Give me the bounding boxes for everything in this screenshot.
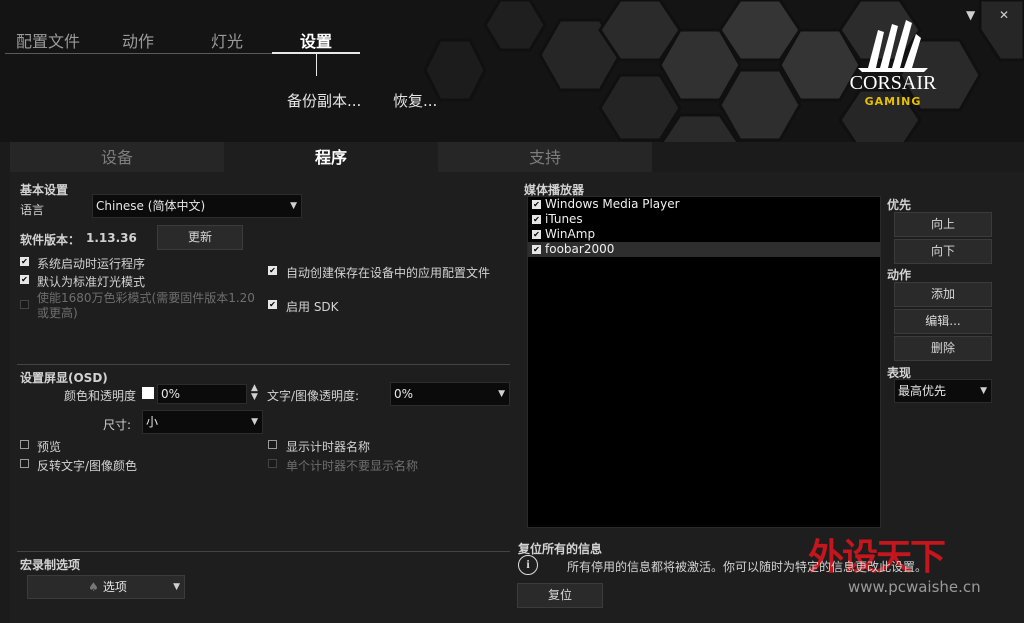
osd-title: 设置屏显(OSD) bbox=[20, 371, 108, 385]
text-opacity-value: 0% bbox=[394, 387, 414, 401]
osd-color-swatch[interactable] bbox=[142, 387, 154, 399]
performance-value: 最高优先 bbox=[898, 384, 947, 398]
preview-checkbox[interactable] bbox=[20, 440, 29, 449]
enable-sdk-label: 启用 SDK bbox=[286, 300, 339, 314]
action-label: 动作 bbox=[887, 268, 912, 282]
info-icon: i bbox=[518, 555, 538, 575]
media-player-list[interactable]: ✔ Windows Media Player ✔ iTunes ✔ WinAmp… bbox=[527, 196, 881, 528]
chevron-down-icon: ▼ bbox=[173, 582, 180, 592]
watermark-url: www.pcwaishe.cn bbox=[848, 578, 981, 596]
language-label: 语言 bbox=[20, 203, 45, 217]
list-item[interactable]: ✔ WinAmp bbox=[528, 227, 880, 242]
move-up-button[interactable]: 向上 bbox=[894, 212, 992, 237]
priority-label: 优先 bbox=[887, 198, 912, 212]
player-name: Windows Media Player bbox=[545, 197, 680, 211]
osd-size-select[interactable]: 小 ▼ bbox=[142, 410, 263, 434]
reset-button[interactable]: 复位 bbox=[517, 583, 603, 608]
tab-support[interactable]: 支持 bbox=[438, 142, 652, 172]
delete-button[interactable]: 删除 bbox=[894, 336, 992, 361]
auto-create-profile-label: 自动创建保存在设备中的应用配置文件 bbox=[286, 266, 491, 280]
text-opacity-label: 文字/图像透明度: bbox=[267, 389, 360, 403]
osd-opacity-input[interactable]: 0% bbox=[157, 384, 247, 404]
macro-divider bbox=[17, 551, 510, 552]
restore-link[interactable]: 恢复... bbox=[393, 90, 437, 111]
nav-tab-profiles[interactable]: 配置文件 bbox=[16, 28, 80, 52]
language-select[interactable]: Chinese (简体中文) ▼ bbox=[92, 194, 302, 218]
auto-create-profile-checkbox[interactable]: ✔ bbox=[268, 266, 277, 275]
corsair-logo: CORSAIR GAMING bbox=[838, 20, 948, 110]
chevron-down-icon: ▼ bbox=[290, 201, 297, 211]
chevron-down-icon: ▼ bbox=[251, 417, 258, 427]
corsair-sails-icon bbox=[858, 20, 928, 72]
macro-title: 宏录制选项 bbox=[20, 558, 81, 572]
nav-stem bbox=[316, 54, 317, 76]
nav-tab-actions[interactable]: 动作 bbox=[122, 28, 154, 52]
version-label: 软件版本： bbox=[20, 233, 81, 247]
osd-size-label: 尺寸: bbox=[103, 418, 132, 432]
single-timer-label: 单个计时器不要显示名称 bbox=[286, 459, 419, 473]
color-16m-checkbox[interactable] bbox=[20, 300, 29, 309]
edit-button[interactable]: 编辑... bbox=[894, 309, 992, 334]
osd-color-label: 颜色和透明度 bbox=[64, 389, 137, 403]
header: ▼ ✕ 配置文件 动作 灯光 设置 备份副本... 恢复... CORSAIR … bbox=[0, 0, 1024, 142]
standard-lighting-checkbox[interactable]: ✔ bbox=[20, 275, 29, 284]
brand-sub: GAMING bbox=[864, 95, 922, 108]
player-checkbox[interactable]: ✔ bbox=[532, 200, 541, 209]
show-timer-name-checkbox[interactable] bbox=[268, 440, 277, 449]
single-timer-checkbox[interactable] bbox=[268, 459, 277, 468]
osd-opacity-value: 0% bbox=[161, 387, 181, 401]
minimize-button[interactable]: ▼ bbox=[966, 8, 975, 22]
move-down-button[interactable]: 向下 bbox=[894, 239, 992, 264]
nav-tab-settings[interactable]: 设置 bbox=[300, 28, 332, 52]
enable-sdk-checkbox[interactable]: ✔ bbox=[268, 300, 277, 309]
show-timer-name-label: 显示计时器名称 bbox=[286, 440, 371, 454]
list-item[interactable]: ✔ foobar2000 bbox=[528, 242, 880, 257]
run-at-startup-label: 系统启动时运行程序 bbox=[37, 257, 146, 271]
chevron-down-icon: ▼ bbox=[498, 389, 505, 399]
opacity-stepper-icon[interactable]: ▲ ▼ bbox=[251, 384, 258, 402]
language-value: Chinese (简体中文) bbox=[96, 199, 206, 213]
nav-tab-lighting[interactable]: 灯光 bbox=[211, 28, 243, 52]
tab-devices[interactable]: 设备 bbox=[10, 142, 224, 172]
color-16m-label: 使能1680万色彩模式(需要固件版本1.20或更高) bbox=[37, 291, 255, 320]
brand-name: CORSAIR bbox=[849, 72, 937, 94]
add-button[interactable]: 添加 bbox=[894, 282, 992, 307]
close-button[interactable]: ✕ bbox=[999, 8, 1009, 22]
reset-description: 所有停用的信息都将被激活。你可以随时为特定的信息更改此设置。 bbox=[567, 560, 928, 574]
update-button[interactable]: 更新 bbox=[157, 225, 243, 250]
player-checkbox[interactable]: ✔ bbox=[532, 215, 541, 224]
standard-lighting-label: 默认为标准灯光模式 bbox=[37, 275, 146, 289]
list-item[interactable]: ✔ Windows Media Player bbox=[528, 197, 880, 212]
player-name: WinAmp bbox=[545, 227, 596, 241]
macro-options-label: 选项 bbox=[102, 580, 127, 594]
backup-link[interactable]: 备份副本... bbox=[287, 90, 361, 111]
osd-size-value: 小 bbox=[146, 415, 159, 429]
player-checkbox[interactable]: ✔ bbox=[532, 245, 541, 254]
main-nav: 配置文件 动作 灯光 设置 bbox=[0, 28, 370, 76]
invert-color-label: 反转文字/图像颜色 bbox=[37, 459, 138, 473]
run-at-startup-checkbox[interactable]: ✔ bbox=[20, 257, 29, 266]
text-opacity-select[interactable]: 0% ▼ bbox=[390, 382, 510, 406]
list-item[interactable]: ✔ iTunes bbox=[528, 212, 880, 227]
preview-label: 预览 bbox=[37, 440, 62, 454]
version-value: 1.13.36 bbox=[86, 231, 137, 245]
basic-settings-title: 基本设置 bbox=[20, 183, 69, 197]
player-name: foobar2000 bbox=[545, 242, 615, 256]
invert-color-checkbox[interactable] bbox=[20, 459, 29, 468]
macro-icon: ♠ bbox=[88, 580, 99, 594]
chevron-down-icon: ▼ bbox=[980, 386, 987, 396]
osd-divider bbox=[17, 364, 510, 365]
macro-options-select[interactable]: ♠ 选项 ▼ bbox=[27, 575, 185, 599]
player-checkbox[interactable]: ✔ bbox=[532, 230, 541, 239]
performance-select[interactable]: 最高优先 ▼ bbox=[894, 379, 992, 403]
tab-program[interactable]: 程序 bbox=[224, 142, 438, 172]
player-name: iTunes bbox=[545, 212, 583, 226]
